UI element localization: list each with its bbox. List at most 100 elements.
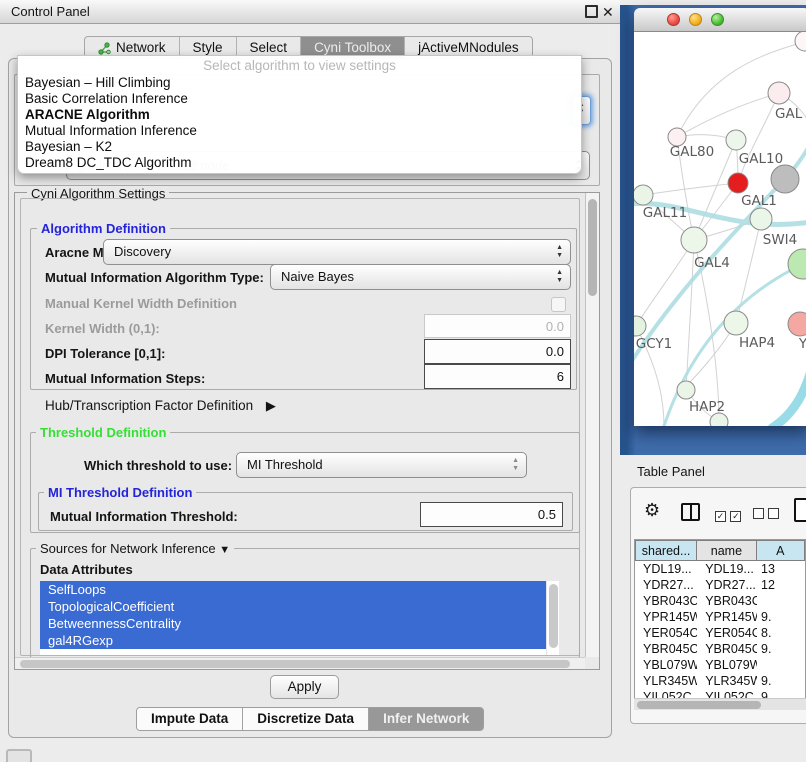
settings-hscrollbar[interactable] bbox=[15, 657, 585, 669]
split-columns-icon[interactable] bbox=[681, 503, 700, 521]
mi-steps-field[interactable]: 6 bbox=[424, 364, 571, 389]
attributes-scrollbar[interactable] bbox=[546, 581, 559, 655]
attribute-item[interactable]: gal4RGexp bbox=[40, 632, 546, 649]
checked-boxes-icon[interactable]: ✓ ✓ bbox=[715, 506, 741, 524]
table-column-header[interactable]: A bbox=[757, 540, 805, 561]
table-row[interactable]: YDR27...YDR27...12 bbox=[635, 577, 805, 593]
document-icon[interactable] bbox=[794, 498, 806, 522]
network-icon bbox=[98, 42, 111, 55]
table-cell bbox=[757, 657, 805, 673]
table-panel-title: Table Panel bbox=[637, 464, 705, 479]
close-traffic-light-icon[interactable] bbox=[667, 13, 680, 26]
table-cell: YDL19... bbox=[635, 561, 697, 577]
table-hscrollbar[interactable] bbox=[634, 698, 806, 710]
mi-type-combo[interactable]: Naive Bayes ▲▼ bbox=[270, 264, 571, 290]
node-gal-cut[interactable] bbox=[768, 82, 790, 104]
mi-threshold-label: Mutual Information Threshold: bbox=[50, 509, 238, 524]
settings-vscrollbar[interactable] bbox=[585, 193, 599, 657]
threshold-definition-title: Threshold Definition bbox=[36, 425, 170, 440]
table-cell: YBR045C bbox=[697, 641, 757, 657]
hub-definition-expander[interactable]: Hub/Transcription Factor Definition ▶ bbox=[45, 398, 276, 414]
tab-infer-network[interactable]: Infer Network bbox=[368, 708, 483, 730]
table-cell: 9. bbox=[757, 673, 805, 689]
mi-threshold-field[interactable]: 0.5 bbox=[420, 502, 563, 527]
algorithm-option[interactable]: Basic Correlation Inference bbox=[18, 91, 581, 107]
apply-button[interactable]: Apply bbox=[270, 675, 339, 699]
node-gray[interactable] bbox=[771, 165, 799, 193]
control-panel-title: Control Panel bbox=[0, 0, 620, 23]
control-panel-titlebar: Control Panel ✕ bbox=[0, 0, 620, 24]
combo-arrows-icon: ▲▼ bbox=[512, 457, 519, 473]
attribute-item[interactable]: SelfLoops bbox=[40, 581, 546, 598]
minimize-traffic-light-icon[interactable] bbox=[689, 13, 702, 26]
gear-icon[interactable]: ⚙ bbox=[644, 500, 660, 521]
dpi-tolerance-field[interactable]: 0.0 bbox=[424, 339, 571, 364]
float-window-icon[interactable] bbox=[585, 5, 598, 18]
network-window-titlebar[interactable] bbox=[634, 8, 806, 32]
attributes-scrollbar-thumb[interactable] bbox=[549, 584, 558, 648]
node-hap2[interactable] bbox=[677, 381, 695, 399]
mi-steps-label: Mutual Information Steps: bbox=[45, 371, 205, 386]
node-table: shared...nameA YDL19...YDL19...13YDR27..… bbox=[634, 539, 806, 710]
algorithm-option[interactable]: Dream8 DC_TDC Algorithm bbox=[18, 155, 581, 171]
node-gal80-label: GAL80 bbox=[670, 144, 714, 160]
tab-discretize-data[interactable]: Discretize Data bbox=[242, 708, 368, 730]
table-row[interactable]: YPR145WYPR145W9. bbox=[635, 609, 805, 625]
algorithm-option[interactable]: Bayesian – Hill Climbing bbox=[18, 75, 581, 91]
manual-kernel-checkbox[interactable] bbox=[551, 297, 566, 312]
data-attributes-list[interactable]: SelfLoopsTopologicalCoefficientBetweenne… bbox=[40, 581, 546, 655]
table-cell: YBL079W bbox=[635, 657, 697, 673]
data-attributes-label: Data Attributes bbox=[40, 562, 133, 577]
settings-vscrollbar-thumb[interactable] bbox=[588, 199, 597, 296]
sources-group-title[interactable]: Sources for Network Inference ▼ bbox=[36, 541, 234, 556]
node-gal11[interactable] bbox=[634, 185, 653, 205]
attribute-item[interactable]: TopologicalCoefficient bbox=[40, 598, 546, 615]
node-gal10[interactable] bbox=[726, 130, 746, 150]
node-hap4[interactable] bbox=[724, 311, 748, 335]
aracne-mode-combo[interactable]: Discovery ▲▼ bbox=[103, 239, 571, 265]
algorithm-option[interactable]: Mutual Information Inference bbox=[18, 123, 581, 139]
table-cell: YBL079W bbox=[697, 657, 757, 673]
table-column-header[interactable]: shared... bbox=[635, 540, 697, 561]
combo-arrows-icon: ▲▼ bbox=[556, 269, 563, 285]
node-swi4[interactable] bbox=[750, 208, 772, 230]
tab-impute-data[interactable]: Impute Data bbox=[137, 708, 242, 730]
table-column-header[interactable]: name bbox=[697, 540, 757, 561]
table-row[interactable]: YBR043CYBR043C bbox=[635, 593, 805, 609]
algorithm-options: Bayesian – Hill ClimbingBasic Correlatio… bbox=[18, 75, 581, 171]
network-window[interactable]: GALGAL80GAL10GAL1GAL11SWI4GAL4GCY1HAP4YH… bbox=[634, 8, 806, 425]
table-row[interactable]: YBL079WYBL079W bbox=[635, 657, 805, 673]
algorithm-option[interactable]: ARACNE Algorithm bbox=[18, 107, 581, 123]
kernel-width-label: Kernel Width (0,1): bbox=[45, 321, 160, 336]
mi-threshold-title: MI Threshold Definition bbox=[44, 485, 196, 500]
node-top-right[interactable] bbox=[795, 32, 806, 51]
node-bottom[interactable] bbox=[710, 413, 728, 426]
zoom-traffic-light-icon[interactable] bbox=[711, 13, 724, 26]
network-graph: GALGAL80GAL10GAL1GAL11SWI4GAL4GCY1HAP4YH… bbox=[634, 32, 806, 426]
close-icon[interactable]: ✕ bbox=[602, 5, 614, 19]
network-view[interactable]: GALGAL80GAL10GAL1GAL11SWI4GAL4GCY1HAP4YH… bbox=[634, 32, 806, 426]
node-green-right[interactable] bbox=[788, 249, 806, 279]
kernel-width-field[interactable]: 0.0 bbox=[424, 314, 571, 338]
which-threshold-combo[interactable]: MI Threshold ▲▼ bbox=[236, 452, 527, 478]
table-row[interactable]: YBR045CYBR045C9. bbox=[635, 641, 805, 657]
unchecked-boxes-icon[interactable] bbox=[753, 506, 779, 524]
node-gal1[interactable] bbox=[728, 173, 748, 193]
node-gal11-label: GAL11 bbox=[643, 205, 687, 221]
table-row[interactable]: YER054CYER054C8. bbox=[635, 625, 805, 641]
node-gal4[interactable] bbox=[681, 227, 707, 253]
table-row[interactable]: YDL19...YDL19...13 bbox=[635, 561, 805, 577]
table-row[interactable]: YLR345WYLR345W9. bbox=[635, 673, 805, 689]
attribute-item[interactable]: BetweennessCentrality bbox=[40, 615, 546, 632]
network-nodes: GALGAL80GAL10GAL1GAL11SWI4GAL4GCY1HAP4YH… bbox=[634, 32, 806, 426]
node-gcy1[interactable] bbox=[634, 316, 646, 336]
node-swi4-label: SWI4 bbox=[763, 232, 798, 248]
algorithm-option[interactable]: Bayesian – K2 bbox=[18, 139, 581, 155]
table-hscrollbar-thumb[interactable] bbox=[637, 701, 761, 709]
node-salmon[interactable] bbox=[788, 312, 806, 336]
node-hap4-label: HAP4 bbox=[739, 335, 775, 351]
settings-hscrollbar-thumb[interactable] bbox=[20, 660, 570, 668]
table-cell: 13 bbox=[757, 561, 805, 577]
table-panel-region: Table Panel ⚙ ✓ ✓ shared...nameA YDL19..… bbox=[620, 455, 806, 762]
docked-panel-icon[interactable] bbox=[6, 749, 32, 762]
